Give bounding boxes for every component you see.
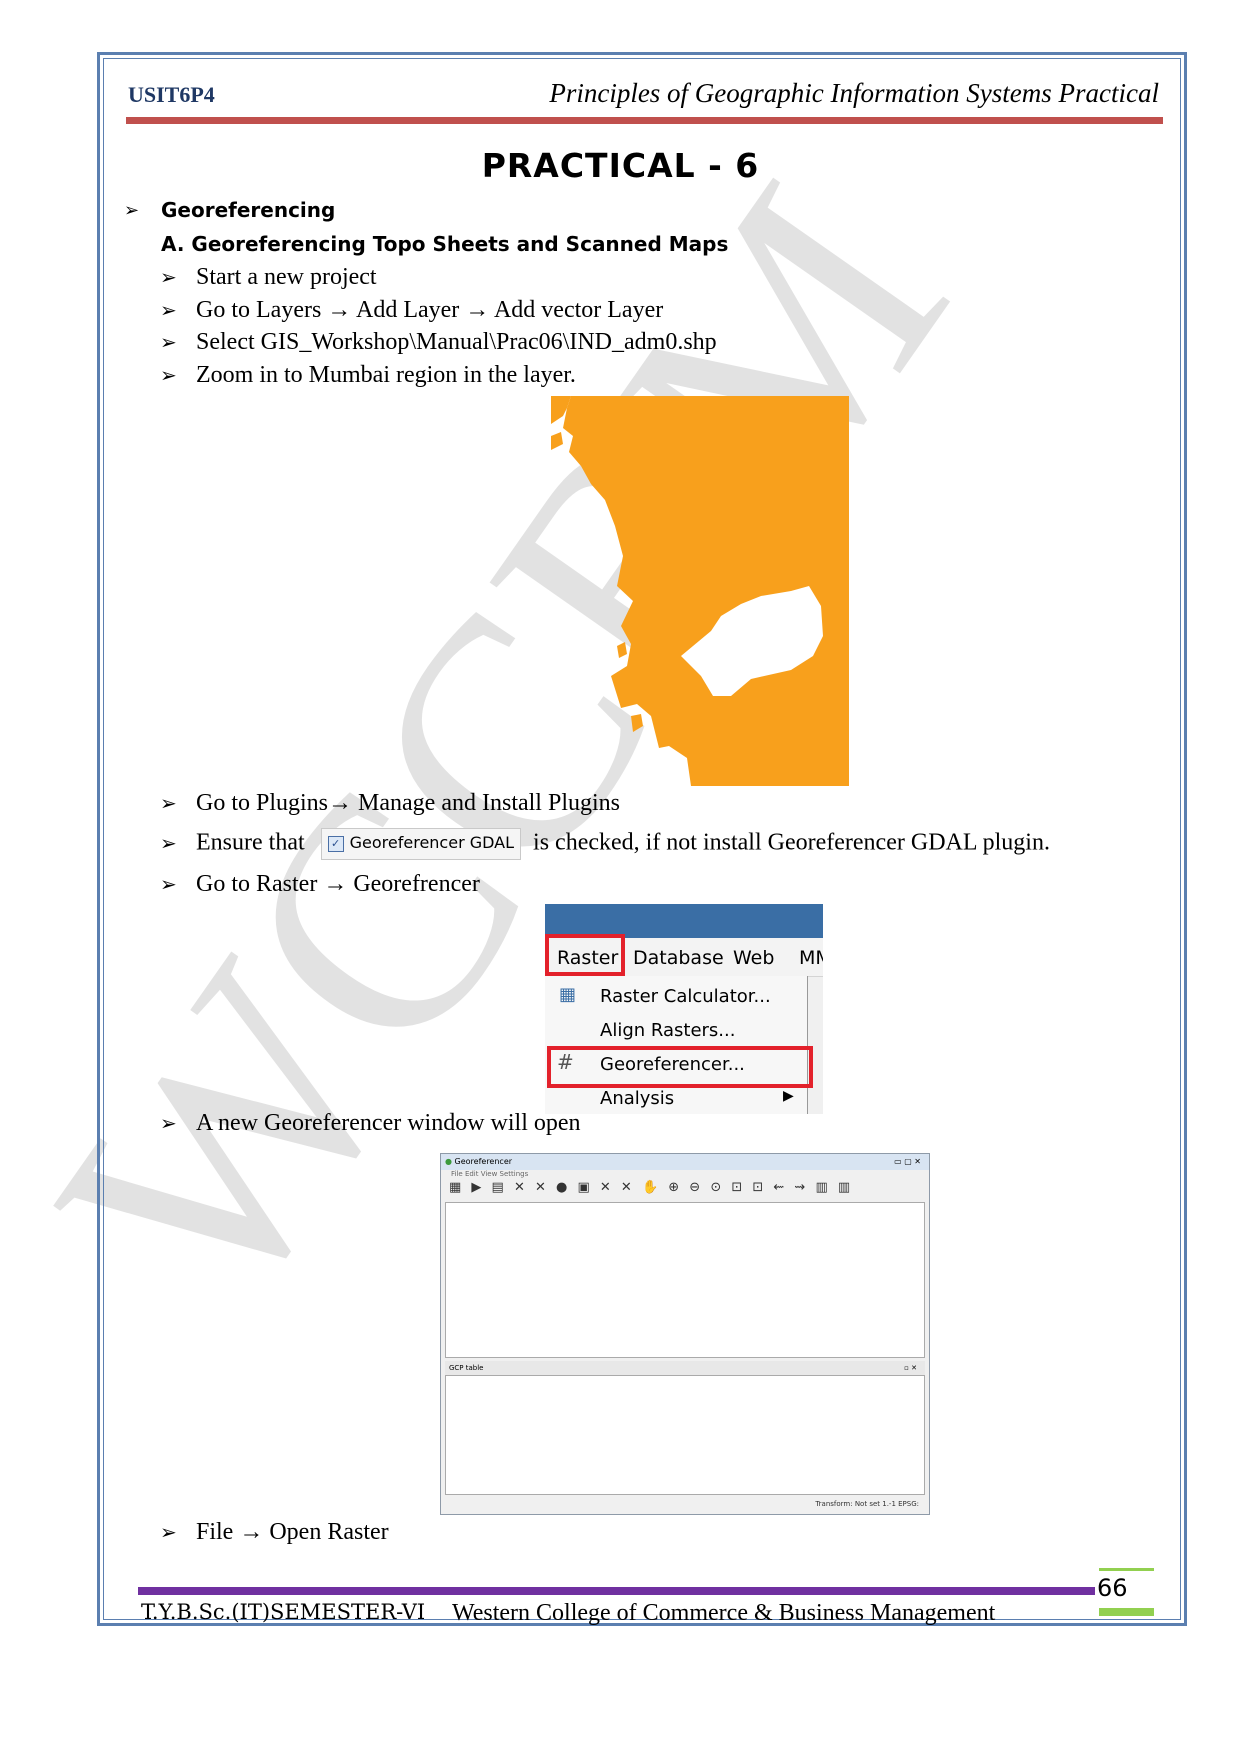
footer-rule (138, 1587, 1095, 1595)
practical-title: PRACTICAL - 6 (481, 146, 760, 185)
step-add-layer: ➢ Go to Layers → Add Layer → Add vector L… (160, 297, 663, 324)
plugin-chip-label: Georeferencer GDAL (349, 833, 515, 852)
header-rule (126, 117, 1163, 124)
checkbox-checked-icon: ✓ (327, 835, 344, 852)
step-plugins: ➢ Go to Plugins→ Manage and Install Plugi… (160, 790, 620, 817)
step-text: Go to Layers (196, 297, 322, 323)
bullet-icon: ➢ (160, 872, 177, 896)
raster-dropdown: ▦ Raster Calculator... Align Rasters... … (545, 976, 808, 1114)
step-raster: ➢ Go to Raster → Georefrencer (160, 871, 480, 898)
right-arrow-icon: → (327, 297, 352, 323)
step-text: Georefrencer (353, 871, 480, 897)
gcp-table-label: GCP table (449, 1364, 484, 1372)
highlight-georeferencer-item (547, 1046, 813, 1088)
status-bar: Transform: Not set 1.-1 EPSG: (445, 1497, 925, 1511)
step-select-file: ➢ Select GIS_Workshop\Manual\Prac06\IND_a… (160, 329, 717, 356)
course-title: Principles of Geographic Information Sys… (549, 78, 1159, 108)
bullet-icon: ➢ (124, 200, 140, 220)
step-text: is checked, if not install Georeferencer… (533, 829, 1050, 856)
menu-mm[interactable]: MM (799, 947, 823, 969)
footer-semester: T.Y.B.Sc.(IT)SEMESTER-VI (141, 1600, 426, 1624)
raster-menu-screenshot: Raster Database Web MM ▦ Raster Calculat… (545, 904, 823, 1114)
window-title-strip (545, 904, 823, 938)
window-title: Georeferencer (454, 1157, 513, 1166)
step-start-project: ➢ Start a new project (160, 264, 377, 291)
bullet-icon: ➢ (160, 1520, 177, 1544)
step-zoom: ➢ Zoom in to Mumbai region in the layer. (160, 362, 576, 389)
menu-database[interactable]: Database (633, 947, 724, 969)
page-number-accent-top (1099, 1568, 1154, 1571)
step-text: Manage and Install Plugins (358, 790, 620, 816)
step-text: Add Layer (355, 297, 460, 323)
window-menu[interactable]: File Edit View Settings (451, 1170, 528, 1178)
map-islet (617, 642, 627, 658)
step-text: File (196, 1519, 234, 1545)
gcp-table-header: GCP table ▫ ✕ (445, 1361, 925, 1375)
highlight-raster-menu (545, 934, 625, 976)
plugin-checkbox-chip: ✓ Georeferencer GDAL (320, 828, 522, 860)
gcp-table[interactable] (445, 1375, 925, 1495)
page-number-accent-bottom (1099, 1608, 1154, 1616)
bullet-icon: ➢ (160, 363, 177, 387)
step-text: Ensure that (196, 829, 305, 856)
raster-calculator-icon: ▦ (559, 984, 577, 1005)
bullet-icon: ➢ (160, 791, 177, 815)
step-text: Start a new project (196, 264, 377, 290)
footer-college: Western College of Commerce & Business M… (452, 1600, 996, 1626)
step-text: A new Georeferencer window will open (196, 1110, 581, 1136)
bullet-icon: ➢ (160, 265, 177, 289)
menu-web[interactable]: Web (733, 947, 774, 969)
step-text: Zoom in to Mumbai region in the layer. (196, 362, 576, 388)
mumbai-map-image (551, 396, 849, 786)
qgis-logo-icon: ● (445, 1157, 452, 1166)
step-text: Open Raster (269, 1519, 389, 1545)
map-islet (631, 714, 643, 732)
map-islet (551, 432, 563, 450)
subsection-title: A. Georeferencing Topo Sheets and Scanne… (161, 232, 729, 256)
step-text: Go to Plugins (196, 790, 329, 816)
step-text: Add vector Layer (493, 297, 664, 323)
step-text: Select GIS_Workshop\Manual\Prac06\IND_ad… (196, 329, 717, 355)
course-code: USIT6P4 (128, 82, 215, 107)
bullet-icon: ➢ (160, 830, 177, 855)
map-canvas[interactable] (445, 1202, 925, 1358)
right-arrow-icon: → (323, 871, 348, 897)
gcp-float-close-icon[interactable]: ▫ ✕ (904, 1361, 917, 1375)
step-text: Go to Raster (196, 871, 318, 897)
step-open-raster: ➢ File → Open Raster (160, 1519, 389, 1546)
right-arrow-icon: → (239, 1519, 264, 1545)
menu-item-analysis[interactable]: Analysis (600, 1088, 674, 1109)
page-number: 66 (1097, 1574, 1128, 1602)
section-title: Georeferencing (161, 198, 336, 222)
bullet-icon: ➢ (160, 330, 177, 354)
toolbar-icons[interactable]: ▦ ▶ ▤ ✕ ✕ ● ▣ ✕ ✕ ✋ ⊕ ⊖ ⊙ ⊡ ⊡ ⇜ ⇝ ▥ ▥ (449, 1180, 909, 1200)
menu-item-raster-calculator[interactable]: Raster Calculator... (600, 986, 771, 1007)
submenu-arrow-icon: ▶ (783, 1088, 794, 1104)
menu-item-align-rasters[interactable]: Align Rasters... (600, 1020, 735, 1041)
bullet-icon: ➢ (160, 1111, 177, 1135)
step-new-window: ➢ A new Georeferencer window will open (160, 1110, 581, 1137)
window-controls[interactable]: ▭ ▢ ✕ (894, 1154, 921, 1170)
right-arrow-icon: → (328, 790, 353, 816)
step-ensure-plugin: ➢ Ensure that ✓ Georeferencer GDAL is chec… (160, 828, 1050, 860)
window-title-bar: ● Georeferencer ▭ ▢ ✕ (441, 1154, 929, 1170)
georeferencer-window-screenshot: ● Georeferencer ▭ ▢ ✕ File Edit View Set… (440, 1153, 930, 1515)
bullet-icon: ➢ (160, 298, 177, 322)
status-text: Transform: Not set 1.-1 EPSG: (815, 1500, 919, 1508)
right-arrow-icon: → (465, 297, 490, 323)
